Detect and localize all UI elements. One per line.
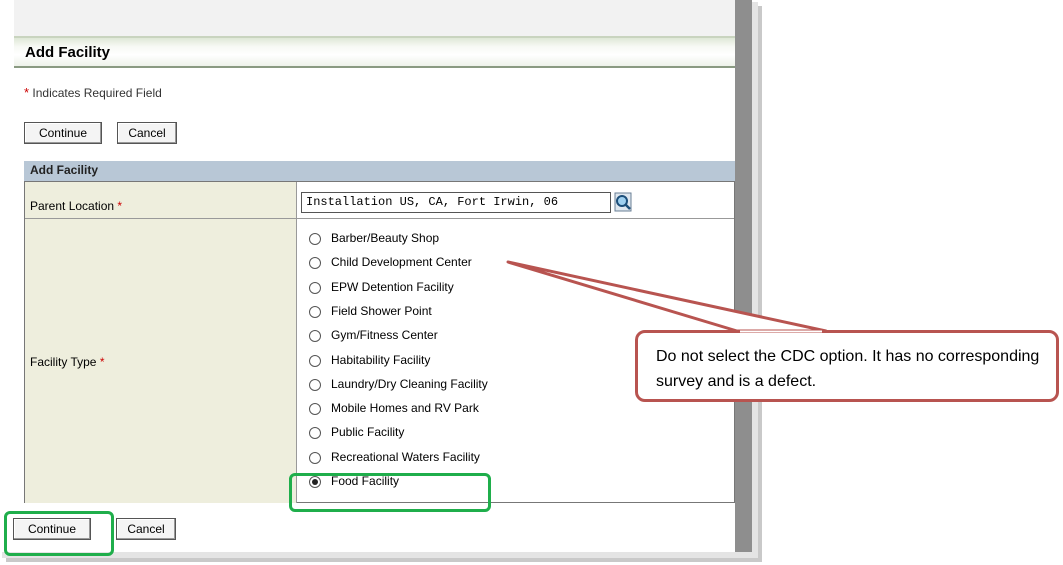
callout-pointer-cover — [740, 330, 822, 333]
